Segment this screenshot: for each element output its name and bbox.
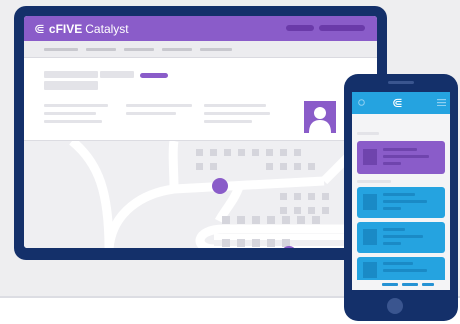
detail-line	[44, 112, 96, 115]
app-header: ⋐ cFIVE Catalyst	[24, 16, 377, 41]
cfive-logo-icon: ⋐	[34, 21, 45, 36]
pagination-item[interactable]	[402, 283, 418, 286]
brand-name: cFIVE	[48, 21, 83, 36]
nav-item[interactable]	[162, 48, 192, 51]
map-road	[168, 141, 179, 190]
brand-suffix: Catalyst	[85, 21, 129, 36]
card-line	[383, 262, 413, 265]
card-line	[383, 193, 415, 196]
tab-active[interactable]	[140, 73, 168, 78]
phone-speaker	[388, 81, 414, 84]
header-action-button[interactable]	[286, 25, 314, 31]
card-thumbnail	[363, 262, 377, 278]
section-label	[357, 132, 379, 135]
menu-icon[interactable]	[437, 99, 446, 106]
pagination-item[interactable]	[422, 283, 434, 286]
cfive-logo-icon: ⋐	[392, 95, 403, 110]
nav-item[interactable]	[86, 48, 116, 51]
map-view[interactable]	[24, 140, 377, 248]
map-road	[69, 141, 114, 248]
detail-line	[204, 112, 270, 115]
detail-line	[44, 104, 108, 107]
tablet-screen: ⋐ cFIVE Catalyst	[24, 16, 377, 248]
card-line	[383, 242, 401, 245]
card-line	[383, 228, 405, 231]
tab-placeholder[interactable]	[44, 71, 98, 78]
subtitle-placeholder	[44, 81, 98, 90]
detail-line	[126, 104, 192, 107]
list-card-selected[interactable]	[357, 141, 445, 174]
detail-line	[44, 120, 102, 123]
card-line	[383, 148, 417, 151]
map-graphic	[69, 141, 377, 248]
nav-item[interactable]	[124, 48, 154, 51]
nav-item[interactable]	[44, 48, 78, 51]
nav-item[interactable]	[200, 48, 232, 51]
map-pin-icon[interactable]	[212, 178, 228, 194]
user-avatar-icon	[309, 107, 331, 133]
card-line	[383, 155, 429, 158]
list-card[interactable]	[357, 257, 445, 280]
card-thumbnail	[363, 149, 377, 165]
user-avatar[interactable]	[304, 101, 336, 133]
detail-line	[204, 120, 252, 123]
phone-device: ⋐	[344, 74, 458, 321]
card-line	[383, 235, 423, 238]
phone-screen: ⋐	[352, 92, 450, 290]
tablet-device: ⋐ cFIVE Catalyst	[14, 6, 387, 260]
card-thumbnail	[363, 194, 377, 210]
tab-placeholder[interactable]	[100, 71, 134, 78]
brand-logo[interactable]: ⋐ cFIVE Catalyst	[34, 20, 129, 37]
card-line	[383, 269, 427, 272]
pagination-item[interactable]	[382, 283, 398, 286]
card-thumbnail	[363, 229, 377, 245]
back-icon[interactable]	[358, 99, 365, 106]
card-line	[383, 207, 401, 210]
list-card[interactable]	[357, 222, 445, 253]
detail-line	[126, 112, 176, 115]
list-card[interactable]	[357, 187, 445, 218]
card-line	[383, 200, 427, 203]
nav-bar	[24, 41, 377, 58]
detail-line	[204, 104, 266, 107]
card-line	[383, 162, 401, 165]
home-button[interactable]	[387, 298, 403, 314]
header-user-button[interactable]	[319, 25, 365, 31]
phone-app-header: ⋐	[352, 92, 450, 114]
section-label	[357, 180, 391, 183]
